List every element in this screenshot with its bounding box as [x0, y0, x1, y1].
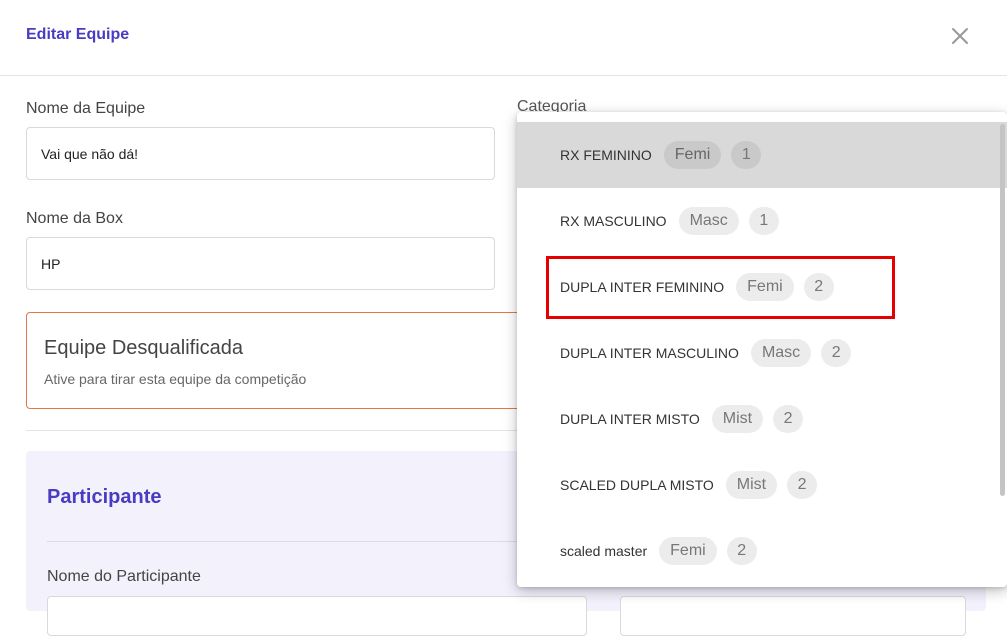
- participant-name-label: Nome do Participante: [47, 568, 201, 585]
- team-name-input[interactable]: Vai que não dá!: [26, 127, 495, 180]
- close-icon-svg: [952, 28, 968, 44]
- option-name: scaled master: [560, 543, 648, 559]
- gender-chip: Masc: [750, 339, 812, 367]
- count-chip: 2: [726, 537, 757, 565]
- dropdown-option[interactable]: RX FEMININO Femi 1: [517, 122, 1007, 188]
- option-name: RX MASCULINO: [560, 213, 667, 229]
- dropdown-option[interactable]: DUPLA INTER MISTO Mist 2: [517, 386, 1007, 452]
- disqualified-title: Equipe Desqualificada: [44, 337, 244, 359]
- dropdown-scrollbar[interactable]: [1000, 124, 1005, 496]
- section-divider: [26, 430, 566, 431]
- gender-chip: Mist: [711, 405, 764, 433]
- box-name-input[interactable]: HP: [26, 237, 495, 290]
- participant-extra-input[interactable]: [620, 596, 966, 636]
- team-name-label: Nome da Equipe: [26, 100, 146, 117]
- count-chip: 2: [773, 405, 804, 433]
- box-name-label: Nome da Box: [26, 210, 123, 227]
- modal-title: Editar Equipe: [26, 26, 130, 43]
- dropdown-option[interactable]: RX MASCULINO Masc 1: [517, 188, 1007, 254]
- count-chip: 2: [821, 339, 852, 367]
- participant-divider: [47, 541, 587, 542]
- disqualified-card[interactable]: Equipe Desqualificada Ative para tirar e…: [26, 312, 546, 409]
- option-name: DUPLA INTER MASCULINO: [560, 345, 739, 361]
- gender-chip: Femi: [659, 537, 717, 565]
- option-name: SCALED DUPLA MISTO: [560, 477, 714, 493]
- count-chip: 2: [787, 471, 818, 499]
- participant-name-input[interactable]: [47, 596, 587, 636]
- close-icon[interactable]: [946, 22, 974, 50]
- category-dropdown: RX FEMININO Femi 1 RX MASCULINO Masc 1 D…: [517, 112, 1007, 587]
- box-name-value: HP: [41, 255, 61, 272]
- team-name-value: Vai que não dá!: [41, 145, 139, 162]
- participant-title: Participante: [47, 486, 162, 508]
- disqualified-subtitle: Ative para tirar esta equipe da competiç…: [44, 371, 307, 387]
- gender-chip: Mist: [725, 471, 778, 499]
- dropdown-option[interactable]: DUPLA INTER MASCULINO Masc 2: [517, 320, 1007, 386]
- dropdown-option[interactable]: scaled master Femi 2: [517, 518, 1007, 584]
- dropdown-option[interactable]: SCALED DUPLA MISTO Mist 2: [517, 452, 1007, 518]
- gender-chip: Masc: [678, 207, 739, 235]
- count-chip: 1: [731, 141, 762, 169]
- option-name: DUPLA INTER MISTO: [560, 411, 700, 427]
- gender-chip: Femi: [663, 141, 722, 169]
- modal-header: Editar Equipe: [0, 0, 1007, 76]
- count-chip: 1: [748, 207, 779, 235]
- option-name: RX FEMININO: [560, 147, 652, 163]
- highlight-annotation: [546, 256, 895, 319]
